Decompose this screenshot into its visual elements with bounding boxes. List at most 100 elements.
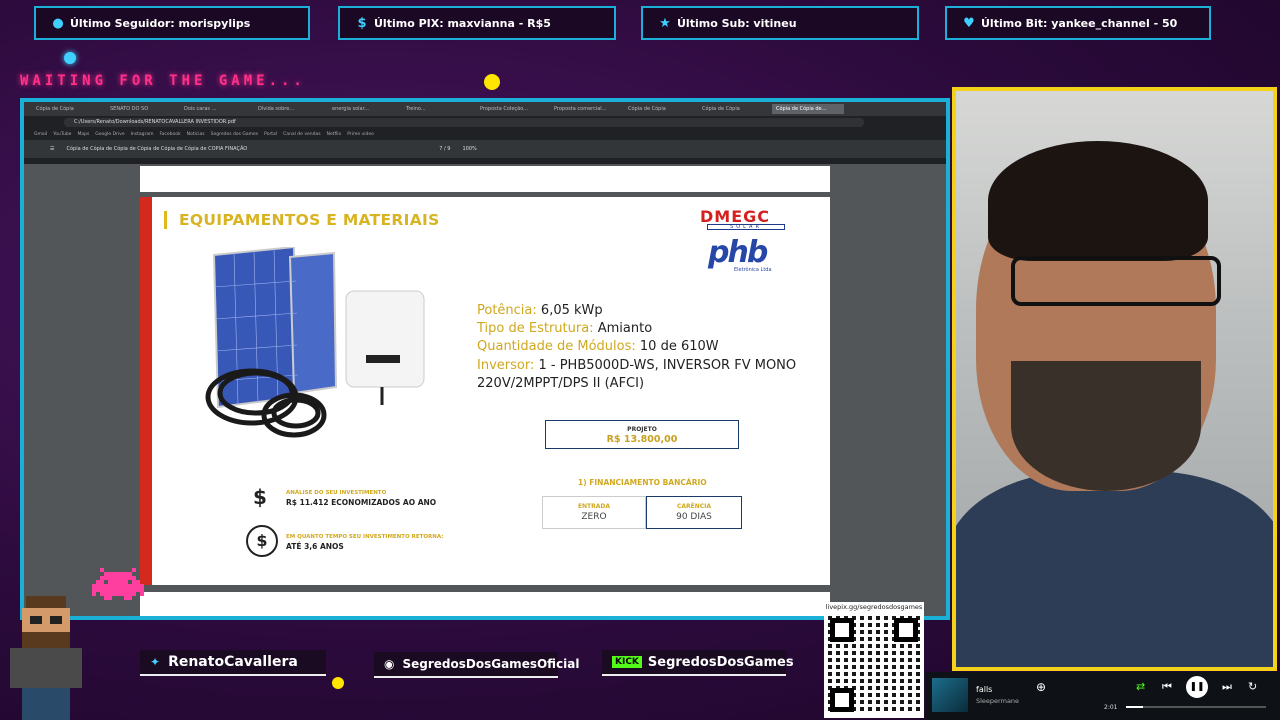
page-indicator[interactable]: 7 / 9 bbox=[439, 146, 450, 152]
alert-label: Último Seguidor: morispylips bbox=[70, 16, 251, 30]
social-label: SegredosDosGames bbox=[647, 654, 794, 670]
bookmarks-bar: Gmail YouTube Maps Google Drive Instagra… bbox=[24, 128, 946, 140]
solar-panel-icon bbox=[212, 247, 338, 409]
social-label: RenatoCavallera bbox=[168, 654, 298, 670]
spec-item: Potência: 6,05 kWp bbox=[477, 302, 817, 320]
browser-tab[interactable]: Cópia de Cópia bbox=[624, 104, 696, 114]
bookmark-item[interactable]: Gmail bbox=[34, 132, 47, 137]
menu-icon[interactable]: ☰ bbox=[50, 146, 54, 152]
browser-tab[interactable]: Dívida sobre... bbox=[254, 104, 326, 114]
pdf-page-next bbox=[140, 592, 830, 616]
browser-tab[interactable]: energia solar... bbox=[328, 104, 400, 114]
music-player: falls Sleepermane ⊕ ⇄ ⏮ ❚❚ ⏭ ↻ 2:01 bbox=[926, 672, 1280, 720]
bookmark-item[interactable]: Segredos dos Games bbox=[211, 132, 259, 137]
inverter-icon bbox=[345, 290, 425, 405]
next-icon[interactable]: ⏭ bbox=[1222, 680, 1232, 694]
livepix-qr: livepix.gg/segredosdosgames bbox=[824, 602, 924, 718]
grace-value: 90 DIAS bbox=[676, 512, 712, 522]
song-title: falls bbox=[976, 685, 993, 694]
instagram-icon: ◉ bbox=[384, 657, 395, 671]
browser-tab[interactable]: Cópia de Cópia bbox=[698, 104, 770, 114]
browser-tab[interactable]: Treino... bbox=[402, 104, 474, 114]
spec-key: Quantidade de Módulos: bbox=[477, 339, 636, 355]
spec-key: Inversor: bbox=[477, 357, 535, 373]
album-art bbox=[932, 678, 968, 712]
spec-value: Amianto bbox=[597, 321, 653, 337]
pixel-avatar-icon bbox=[10, 596, 82, 720]
twitter-handle: ✦ RenatoCavallera bbox=[140, 650, 326, 676]
entry-value: ZERO bbox=[581, 512, 607, 522]
entry-box: ENTRADA ZERO bbox=[542, 496, 646, 529]
browser-tab[interactable]: Proposta comercial... bbox=[550, 104, 622, 114]
bookmark-item[interactable]: YouTube bbox=[53, 132, 71, 137]
grace-box: CARÊNCIA 90 DIAS bbox=[646, 496, 742, 529]
pdf-page-current: EQUIPAMENTOS E MATERIAIS DMEGC SOLAR phb… bbox=[140, 197, 830, 585]
financing-title: 1) FINANCIAMENTO BANCÁRIO bbox=[578, 478, 707, 487]
return-label: EM QUANTO TEMPO SEU INVESTIMENTO RETORNA… bbox=[286, 534, 444, 540]
qr-finder bbox=[894, 618, 918, 642]
alert-last-sub: ★ Último Sub: vitineu bbox=[641, 6, 919, 40]
analysis-value: R$ 11.412 ECONOMIZADOS AO ANO bbox=[286, 498, 437, 507]
entry-label: ENTRADA bbox=[577, 503, 611, 510]
analysis-label: ANÁLISE DO SEU INVESTIMENTO bbox=[286, 490, 387, 496]
slide-title: EQUIPAMENTOS E MATERIAIS bbox=[164, 211, 440, 229]
zoom-level[interactable]: 100% bbox=[462, 146, 476, 152]
waiting-text: WAITING FOR THE GAME... bbox=[20, 73, 306, 89]
url-field[interactable]: C:/Users/Renato/Downloads/RENATOCAVALLER… bbox=[64, 117, 864, 127]
bookmark-item[interactable]: Facebook bbox=[160, 132, 181, 137]
slide-accent-bar bbox=[140, 197, 152, 585]
project-box: PROJETO R$ 13.800,00 bbox=[545, 420, 739, 449]
tab-strip: Cópia de Cópia SENATO DO SO Dois caras .… bbox=[24, 102, 946, 116]
progress-bar[interactable] bbox=[1126, 706, 1266, 708]
add-icon[interactable]: ⊕ bbox=[1036, 680, 1046, 694]
pause-button[interactable]: ❚❚ bbox=[1186, 676, 1208, 698]
bookmark-item[interactable]: Instagram bbox=[131, 132, 154, 137]
bookmark-item[interactable]: Portal bbox=[264, 132, 277, 137]
repeat-icon[interactable]: ↻ bbox=[1248, 680, 1257, 693]
dmegc-logo-sub: SOLAR bbox=[707, 224, 785, 230]
phb-logo: phb bbox=[708, 235, 768, 270]
instagram-handle: ◉ SegredosDosGamesOficial bbox=[374, 652, 580, 678]
bookmark-item[interactable]: Prime video bbox=[347, 132, 374, 137]
qr-finder bbox=[830, 618, 854, 642]
savings-dollar-icon: $ bbox=[253, 485, 267, 509]
alert-last-follower: ● Último Seguidor: morispylips bbox=[34, 6, 310, 40]
bookmark-item[interactable]: Notícias bbox=[187, 132, 205, 137]
qr-label: livepix.gg/segredosdosgames bbox=[825, 603, 923, 611]
bookmark-item[interactable]: Maps bbox=[77, 132, 89, 137]
spec-item: Quantidade de Módulos: 10 de 610W bbox=[477, 338, 817, 356]
decor-dot bbox=[64, 52, 76, 64]
person-hair bbox=[988, 141, 1208, 261]
bookmark-item[interactable]: Canal de vendas bbox=[283, 132, 321, 137]
person-icon: ● bbox=[52, 16, 64, 31]
browser-tab[interactable]: Cópia de Cópia bbox=[32, 104, 104, 114]
alert-label: Último Bit: yankee_channel - 50 bbox=[981, 16, 1178, 30]
browser-tab[interactable]: Proposta Coleção... bbox=[476, 104, 548, 114]
browser-tab[interactable]: SENATO DO SO bbox=[106, 104, 178, 114]
pdf-filename: Cópia de Cópia de Cópia de Cópia de Cópi… bbox=[66, 146, 248, 152]
browser-tab-active[interactable]: Cópia de Cópia de... bbox=[772, 104, 844, 114]
glasses bbox=[1011, 256, 1221, 306]
spec-item: Inversor: 1 - PHB5000D-WS, INVERSOR FV M… bbox=[477, 357, 817, 393]
browser-window: Cópia de Cópia SENATO DO SO Dois caras .… bbox=[20, 98, 950, 620]
person-beard bbox=[1011, 361, 1201, 491]
space-invader-icon bbox=[92, 568, 144, 600]
return-value: ATÉ 3,6 ANOS bbox=[286, 542, 344, 551]
pdf-toolbar: ☰ Cópia de Cópia de Cópia de Cópia de Có… bbox=[24, 140, 946, 158]
phb-logo-sub: Eletrônica Ltda bbox=[734, 267, 772, 273]
bookmark-item[interactable]: Netflix bbox=[327, 132, 342, 137]
alert-last-pix: $ Último PIX: maxvianna - R$5 bbox=[338, 6, 616, 40]
shuffle-icon[interactable]: ⇄ bbox=[1136, 680, 1145, 693]
webcam-feed bbox=[952, 87, 1277, 671]
person-shirt bbox=[956, 471, 1273, 667]
pdf-viewer[interactable]: EQUIPAMENTOS E MATERIAIS DMEGC SOLAR phb… bbox=[24, 164, 946, 616]
previous-icon[interactable]: ⏮ bbox=[1162, 680, 1172, 694]
social-label: SegredosDosGamesOficial bbox=[402, 657, 580, 671]
alert-label: Último Sub: vitineu bbox=[677, 16, 797, 30]
bookmark-item[interactable]: Google Drive bbox=[95, 132, 124, 137]
decor-dot bbox=[484, 74, 500, 90]
equipment-image bbox=[205, 247, 425, 438]
alert-label: Último PIX: maxvianna - R$5 bbox=[374, 16, 551, 30]
alert-last-bit: ♥ Último Bit: yankee_channel - 50 bbox=[945, 6, 1211, 40]
browser-tab[interactable]: Dois caras ... bbox=[180, 104, 252, 114]
